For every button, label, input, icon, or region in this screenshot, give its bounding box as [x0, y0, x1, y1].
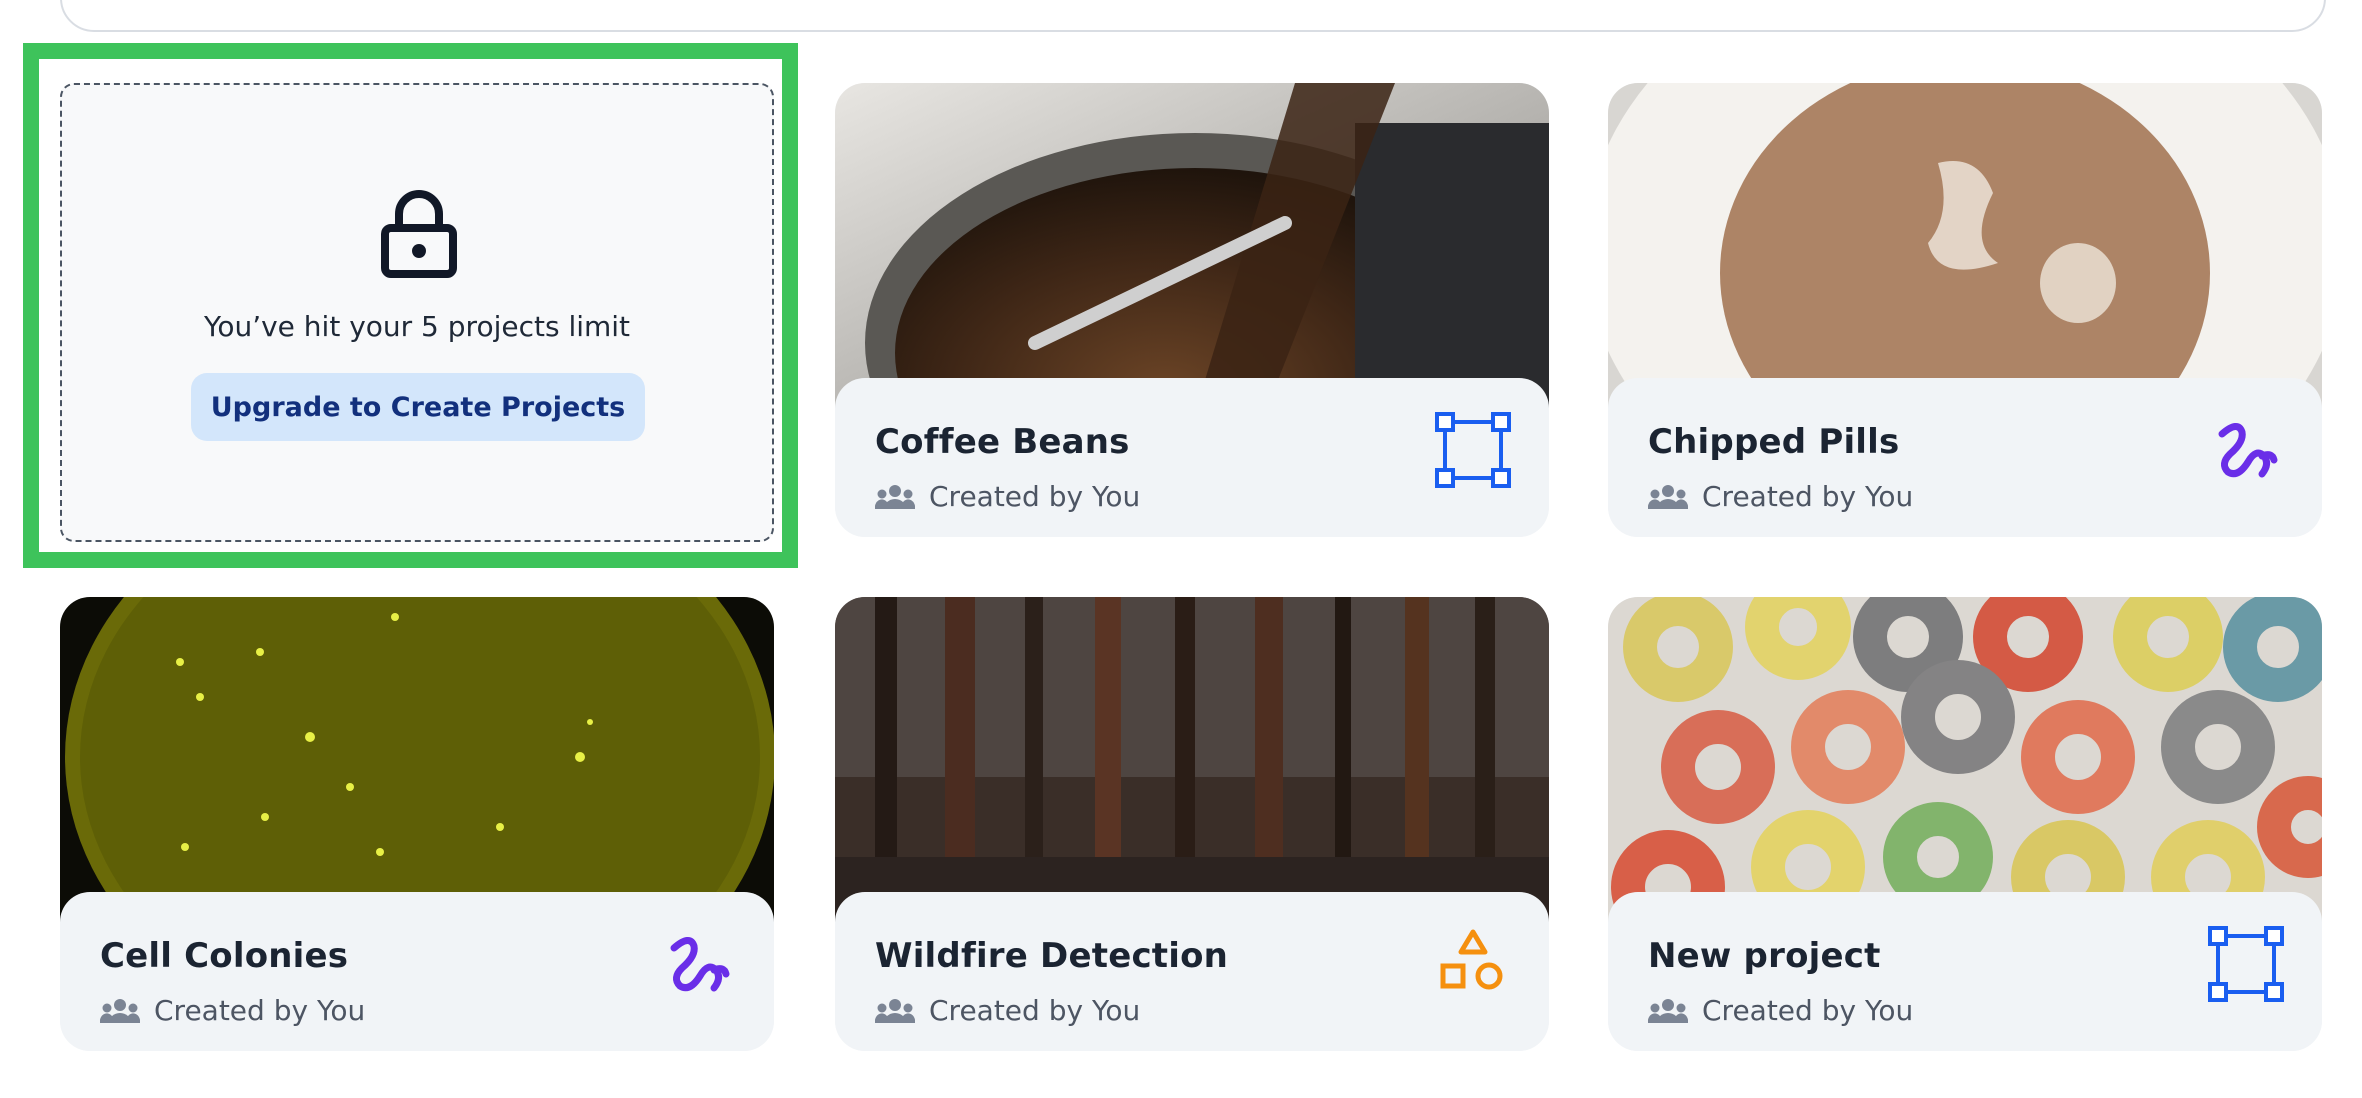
created-by-label: Created by You — [1702, 480, 1914, 513]
project-info: Coffee Beans Created by You — [835, 378, 1549, 537]
highlight-outline — [23, 43, 798, 568]
users-icon — [1648, 484, 1688, 509]
project-title: Cell Colonies — [100, 936, 349, 976]
users-icon — [1648, 998, 1688, 1023]
bounding-box-icon — [2208, 926, 2284, 1002]
project-thumbnail — [1608, 597, 2322, 927]
polygon-squiggle-icon — [2218, 423, 2278, 478]
project-info: Cell Colonies Created by You — [60, 892, 774, 1051]
polygon-squiggle-icon — [670, 937, 730, 992]
project-card-chipped-pills[interactable]: Chipped Pills Created by You — [1608, 83, 2322, 537]
users-icon — [100, 998, 140, 1023]
search-bar[interactable] — [60, 0, 2326, 32]
project-thumbnail — [835, 83, 1549, 413]
project-thumbnail — [1608, 83, 2322, 413]
project-meta: Created by You — [875, 480, 1140, 513]
project-title: New project — [1648, 936, 1881, 976]
project-title: Chipped Pills — [1648, 422, 1900, 462]
users-icon — [875, 998, 915, 1023]
created-by-label: Created by You — [929, 994, 1141, 1027]
created-by-label: Created by You — [154, 994, 366, 1027]
created-by-label: Created by You — [1702, 994, 1914, 1027]
project-card-cell-colonies[interactable]: Cell Colonies Created by You — [60, 597, 774, 1051]
project-meta: Created by You — [1648, 480, 1913, 513]
project-meta: Created by You — [875, 994, 1140, 1027]
project-info: New project Created by You — [1608, 892, 2322, 1051]
project-title: Wildfire Detection — [875, 936, 1229, 976]
project-thumbnail — [835, 597, 1549, 927]
created-by-label: Created by You — [929, 480, 1141, 513]
project-info: Wildfire Detection Created by You — [835, 892, 1549, 1051]
shapes-icon — [1440, 929, 1503, 990]
bounding-box-icon — [1435, 412, 1511, 488]
project-meta: Created by You — [100, 994, 365, 1027]
project-card-wildfire-detection[interactable]: Wildfire Detection Created by You — [835, 597, 1549, 1051]
users-icon — [875, 484, 915, 509]
project-card-new-project[interactable]: New project Created by You — [1608, 597, 2322, 1051]
project-info: Chipped Pills Created by You — [1608, 378, 2322, 537]
project-meta: Created by You — [1648, 994, 1913, 1027]
project-card-coffee-beans[interactable]: Coffee Beans Created by You — [835, 83, 1549, 537]
project-thumbnail — [60, 597, 774, 927]
project-title: Coffee Beans — [875, 422, 1130, 462]
